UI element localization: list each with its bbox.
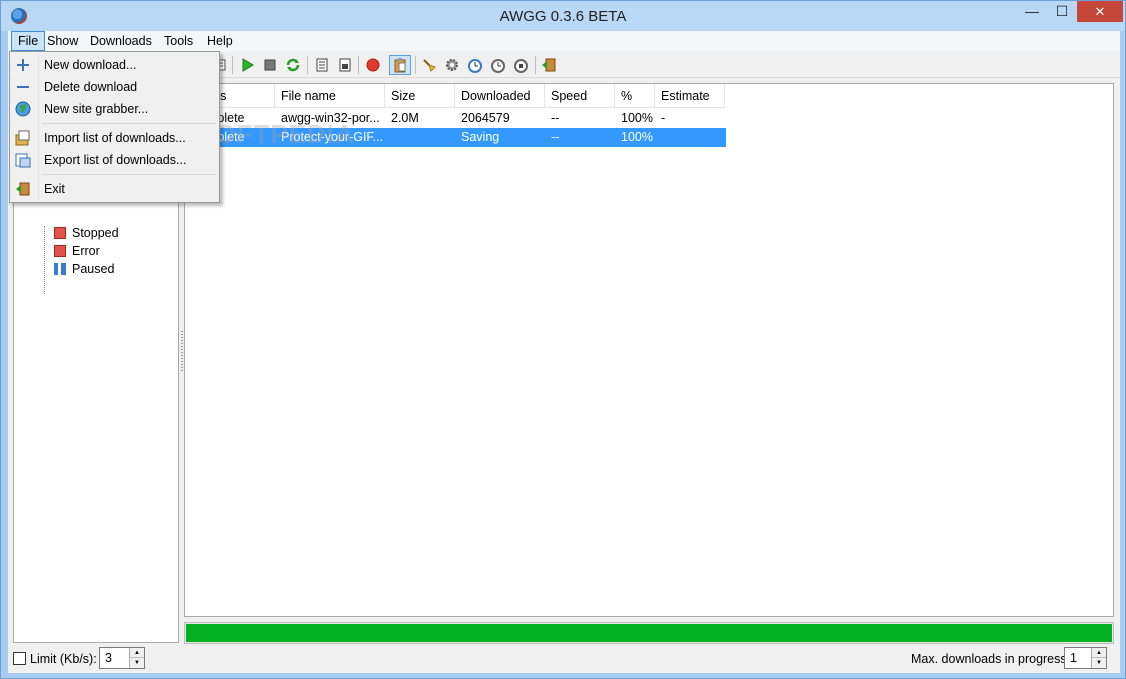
file-menu-dropdown: New download... Delete download New site… <box>9 51 220 203</box>
menu-item-new-download[interactable]: New download... <box>10 54 219 76</box>
menu-item-label: New download... <box>44 58 137 72</box>
max-downloads-value: 1 <box>1070 651 1077 665</box>
cell-speed: -- <box>551 111 560 125</box>
tree-item-label: Paused <box>72 262 115 276</box>
maximize-button[interactable]: ☐ <box>1047 1 1077 22</box>
column-estimate[interactable]: Estimate <box>655 84 725 108</box>
settings-icon[interactable] <box>441 55 463 75</box>
restart-icon[interactable] <box>282 55 304 75</box>
limit-value: 3 <box>105 651 112 665</box>
menu-item-label: Export list of downloads... <box>44 153 187 167</box>
exit-icon[interactable] <box>538 55 560 75</box>
stopped-icon <box>54 227 66 239</box>
stop-icon[interactable] <box>259 55 281 75</box>
tree-item-label: Stopped <box>72 226 119 240</box>
cell-downloaded: 2064579 <box>461 111 510 125</box>
column-downloaded[interactable]: Downloaded <box>455 84 545 108</box>
cell-percent: 100% <box>621 111 653 125</box>
import-icon <box>15 130 31 146</box>
menu-separator <box>42 123 216 124</box>
app-window: AWGG 0.3.6 BETA — ☐ ✕ File Show Download… <box>0 0 1126 679</box>
menu-bar: File Show Downloads Tools Help <box>8 31 1120 51</box>
progress-fill <box>186 624 1112 642</box>
cell-size <box>385 128 455 147</box>
cell-downloaded: Saving <box>461 130 500 144</box>
queue-up-icon[interactable] <box>334 55 356 75</box>
list-header: Status File name Size Downloaded Speed %… <box>185 84 725 108</box>
menu-downloads[interactable]: Downloads <box>84 31 158 51</box>
panel-splitter[interactable] <box>181 331 183 371</box>
menu-item-export-list[interactable]: Export list of downloads... <box>10 149 219 171</box>
menu-item-delete-download[interactable]: Delete download <box>10 76 219 98</box>
status-bar: Limit (Kb/s): 3 ▲ ▼ Max. downloads in pro… <box>8 645 1120 673</box>
export-icon <box>15 152 31 168</box>
menu-item-label: New site grabber... <box>44 102 149 116</box>
column-speed[interactable]: Speed <box>545 84 615 108</box>
menu-show[interactable]: Show <box>41 31 84 51</box>
menu-item-label: Exit <box>44 182 65 196</box>
menu-item-label: Delete download <box>44 80 138 94</box>
menu-help[interactable]: Help <box>201 31 239 51</box>
toolbar-separator <box>535 56 536 74</box>
cell-percent: 100% <box>621 130 653 144</box>
start-icon[interactable] <box>236 55 258 75</box>
scheduler-clock-icon[interactable] <box>487 55 509 75</box>
column-file-name[interactable]: File name <box>275 84 385 108</box>
menu-item-new-site-grabber[interactable]: New site grabber... <box>10 98 219 120</box>
max-downloads-spinner[interactable]: 1 ▲ ▼ <box>1064 647 1107 669</box>
scheduler-start-icon[interactable] <box>464 55 486 75</box>
menu-item-exit[interactable]: Exit <box>10 178 219 200</box>
watermark: SOFTPEDIA <box>197 119 355 149</box>
menu-item-import-list[interactable]: Import list of downloads... <box>10 127 219 149</box>
downloads-list: Status File name Size Downloaded Speed %… <box>184 83 1114 617</box>
toolbar-separator <box>232 56 233 74</box>
cell-speed: -- <box>551 130 560 144</box>
limit-spinner-buttons[interactable]: ▲ ▼ <box>129 648 144 668</box>
globe-icon <box>15 101 31 117</box>
tree-item-label: Error <box>72 244 100 258</box>
cell-estimate: - <box>661 111 666 125</box>
limit-checkbox[interactable] <box>13 652 26 665</box>
plus-icon <box>15 57 31 73</box>
menu-separator <box>42 174 216 175</box>
toolbar-separator <box>307 56 308 74</box>
max-downloads-label: Max. downloads in progress: <box>911 652 1071 666</box>
toolbar-separator <box>415 56 416 74</box>
max-downloads-spinner-buttons[interactable]: ▲ ▼ <box>1091 648 1106 668</box>
progress-bar <box>184 622 1114 644</box>
clean-icon[interactable] <box>418 55 440 75</box>
menu-tools[interactable]: Tools <box>158 31 199 51</box>
tree-item-stopped[interactable]: Stopped <box>44 224 119 242</box>
limit-label: Limit (Kb/s): <box>30 652 97 666</box>
record-icon[interactable] <box>362 55 384 75</box>
cell-estimate <box>655 128 725 147</box>
paused-icon <box>54 263 66 275</box>
minimize-button[interactable]: — <box>1017 1 1047 22</box>
window-title: AWGG 0.3.6 BETA <box>499 8 627 25</box>
tree-item-paused[interactable]: Paused <box>44 260 114 278</box>
title-bar[interactable]: AWGG 0.3.6 BETA — ☐ ✕ <box>1 1 1125 31</box>
column-size[interactable]: Size <box>385 84 455 108</box>
close-button[interactable]: ✕ <box>1077 1 1123 22</box>
queue-icon[interactable] <box>311 55 333 75</box>
minus-icon <box>15 79 31 95</box>
column-percent[interactable]: % <box>615 84 655 108</box>
scheduler-stop-icon[interactable] <box>510 55 532 75</box>
cell-size: 2.0M <box>391 111 419 125</box>
clipboard-icon[interactable] <box>389 55 411 75</box>
exit-icon <box>15 181 31 197</box>
error-icon <box>54 245 66 257</box>
menu-item-label: Import list of downloads... <box>44 131 186 145</box>
toolbar-separator <box>358 56 359 74</box>
tree-item-error[interactable]: Error <box>44 242 100 260</box>
limit-spinner[interactable]: 3 ▲ ▼ <box>99 647 145 669</box>
